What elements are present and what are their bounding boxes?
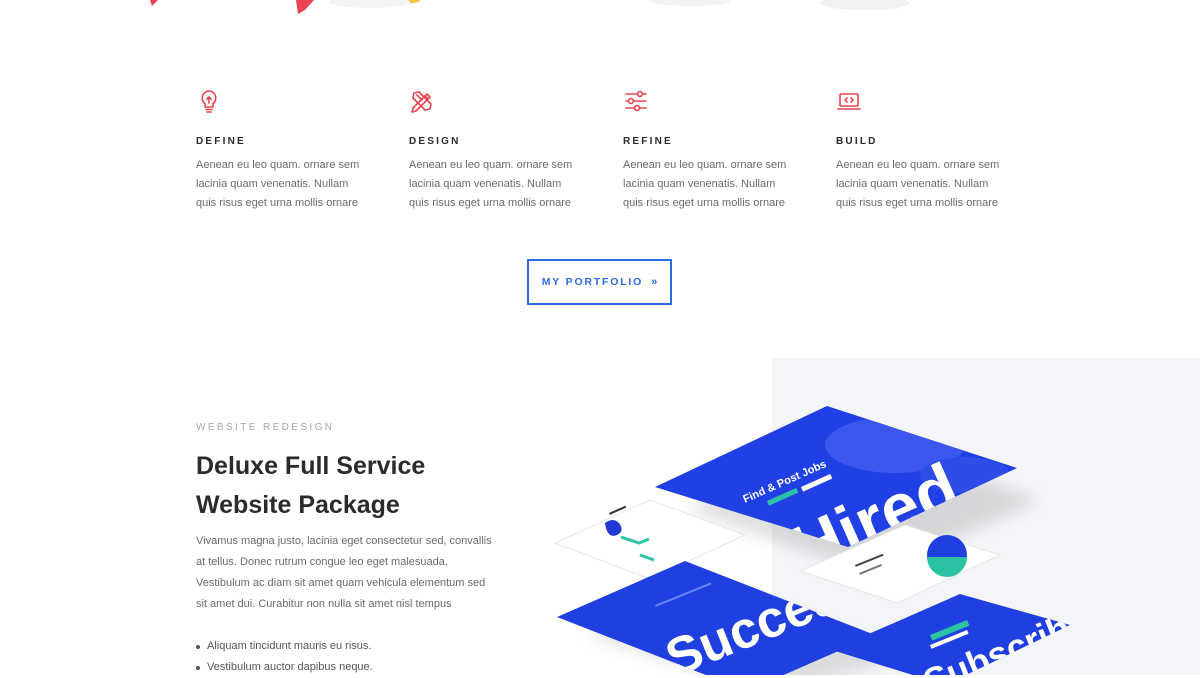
shadow-fragment xyxy=(820,0,910,10)
feature-bullet-list: Aliquam tincidunt mauris eu risus. Vesti… xyxy=(196,636,373,678)
feature-title: REFINE xyxy=(623,136,673,147)
lightbulb-icon xyxy=(201,90,217,113)
sliders-icon xyxy=(625,90,647,112)
portfolio-button-label: MY PORTFOLIO xyxy=(541,276,644,288)
feature-build: BUILD Aenean eu leo quam. ornare sem lac… xyxy=(836,88,1026,213)
feature-define: DEFINE Aenean eu leo quam. ornare sem la… xyxy=(196,88,386,213)
list-item: Aliquam tincidunt mauris eu risus. xyxy=(196,636,373,657)
feature-refine: REFINE Aenean eu leo quam. ornare sem la… xyxy=(623,88,813,213)
section-eyebrow: WEBSITE REDESIGN xyxy=(196,422,335,433)
section-headline: Deluxe Full Service Website Package xyxy=(196,452,426,519)
feature-title: DESIGN xyxy=(409,136,461,147)
double-chevron-right-icon: » xyxy=(651,276,658,288)
section-body: Vivamus magna justo, lacinia eget consec… xyxy=(196,535,492,610)
feature-title: BUILD xyxy=(836,136,878,147)
top-illustration-fragment xyxy=(150,0,910,14)
shadow-fragment xyxy=(330,0,410,8)
shadow-fragment xyxy=(650,0,730,6)
feature-text: Aenean eu leo quam. ornare sem lacinia q… xyxy=(196,159,360,209)
red-fragment xyxy=(296,0,314,14)
pencil-ruler-icon xyxy=(411,91,432,113)
feature-text: Aenean eu leo quam. ornare sem lacinia q… xyxy=(409,159,573,209)
feature-text: Aenean eu leo quam. ornare sem lacinia q… xyxy=(836,159,1000,209)
website-mockup-illustration: Success Hired Find & Post Jobs Subscribe xyxy=(553,406,1070,675)
my-portfolio-button[interactable]: MY PORTFOLIO » xyxy=(527,259,672,305)
feature-design: DESIGN Aenean eu leo quam. ornare sem la… xyxy=(409,88,599,213)
code-laptop-icon xyxy=(837,93,861,110)
red-fragment-left xyxy=(150,0,158,6)
feature-text: Aenean eu leo quam. ornare sem lacinia q… xyxy=(623,159,787,209)
feature-title: DEFINE xyxy=(196,136,246,147)
